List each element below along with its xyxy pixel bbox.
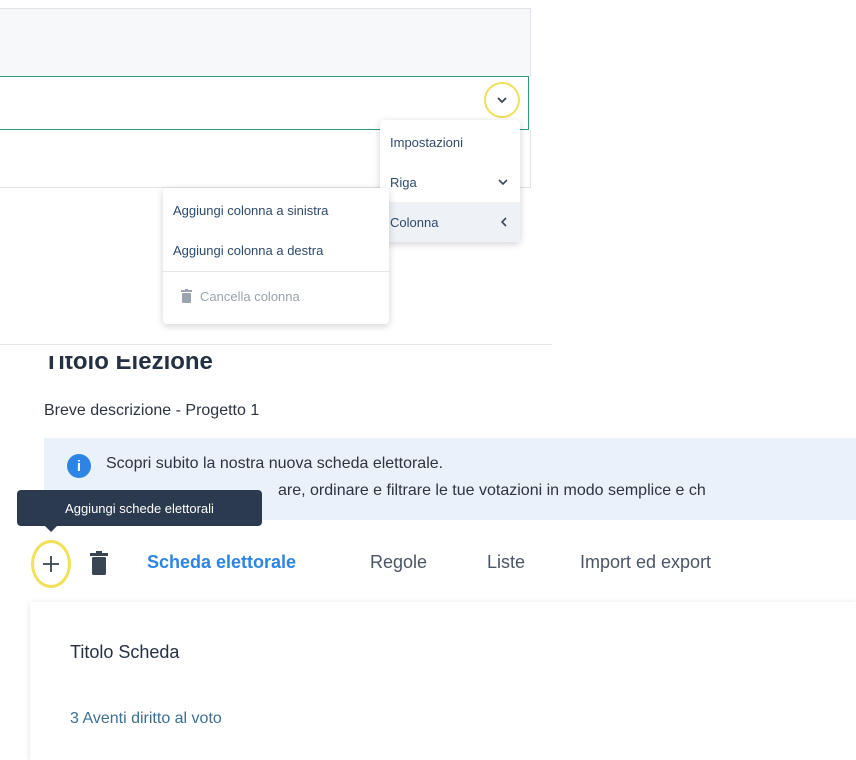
menu-item-add-column-right[interactable]: Aggiungi colonna a destra xyxy=(163,230,389,270)
divider xyxy=(0,344,552,345)
chevron-down-icon xyxy=(497,97,507,104)
page-title: Titolo Elezione xyxy=(44,356,213,378)
tooltip-caret xyxy=(44,525,58,532)
ballot-card[interactable] xyxy=(30,602,856,760)
plus-icon xyxy=(43,556,59,572)
tab-regole[interactable]: Regole xyxy=(370,552,427,573)
menu-item-label: Riga xyxy=(390,174,417,190)
ballot-voters-link[interactable]: 3 Aventi diritto al voto xyxy=(70,710,222,728)
trash-icon xyxy=(181,289,192,303)
menu-item-delete-column[interactable]: Cancella colonna xyxy=(163,276,389,316)
add-ballot-button[interactable] xyxy=(31,540,71,588)
tab-liste[interactable]: Liste xyxy=(487,552,525,573)
row-menu-button[interactable] xyxy=(484,82,520,118)
page-title-text: Titolo Elezione xyxy=(44,356,213,375)
menu-item-label: Aggiungi colonna a destra xyxy=(173,242,324,258)
info-banner-text: Scopri subito la nostra nuova scheda ele… xyxy=(106,455,444,472)
info-icon: i xyxy=(67,454,91,478)
menu-divider xyxy=(163,271,389,272)
row-context-menu: Impostazioni Riga Colonna xyxy=(380,120,520,242)
menu-item-add-column-left[interactable]: Aggiungi colonna a sinistra xyxy=(163,190,389,230)
menu-item-riga[interactable]: Riga xyxy=(380,162,520,202)
tooltip-text: Aggiungi schede elettorali xyxy=(65,500,214,516)
delete-ballot-button[interactable] xyxy=(88,549,110,577)
menu-item-impostazioni[interactable]: Impostazioni xyxy=(380,122,520,162)
trash-icon xyxy=(90,551,108,575)
tab-import-export[interactable]: Import ed export xyxy=(580,552,711,573)
tab-scheda-elettorale[interactable]: Scheda elettorale xyxy=(147,552,296,573)
table-header xyxy=(0,8,531,77)
tooltip: Aggiungi schede elettorali xyxy=(17,490,262,526)
menu-item-colonna[interactable]: Colonna xyxy=(380,202,520,242)
chevron-down-icon xyxy=(498,178,508,185)
page-description: Breve descrizione - Progetto 1 xyxy=(44,402,260,419)
menu-item-label: Aggiungi colonna a sinistra xyxy=(173,202,329,218)
ballot-title: Titolo Scheda xyxy=(70,642,180,662)
info-banner-text-2: are, ordinare e filtrare le tue votazion… xyxy=(278,482,706,499)
chevron-left-icon xyxy=(501,217,507,227)
menu-item-label: Impostazioni xyxy=(390,134,463,150)
menu-item-label: Cancella colonna xyxy=(200,288,300,304)
menu-item-label: Colonna xyxy=(390,214,439,230)
column-submenu: Aggiungi colonna a sinistra Aggiungi col… xyxy=(163,188,389,324)
